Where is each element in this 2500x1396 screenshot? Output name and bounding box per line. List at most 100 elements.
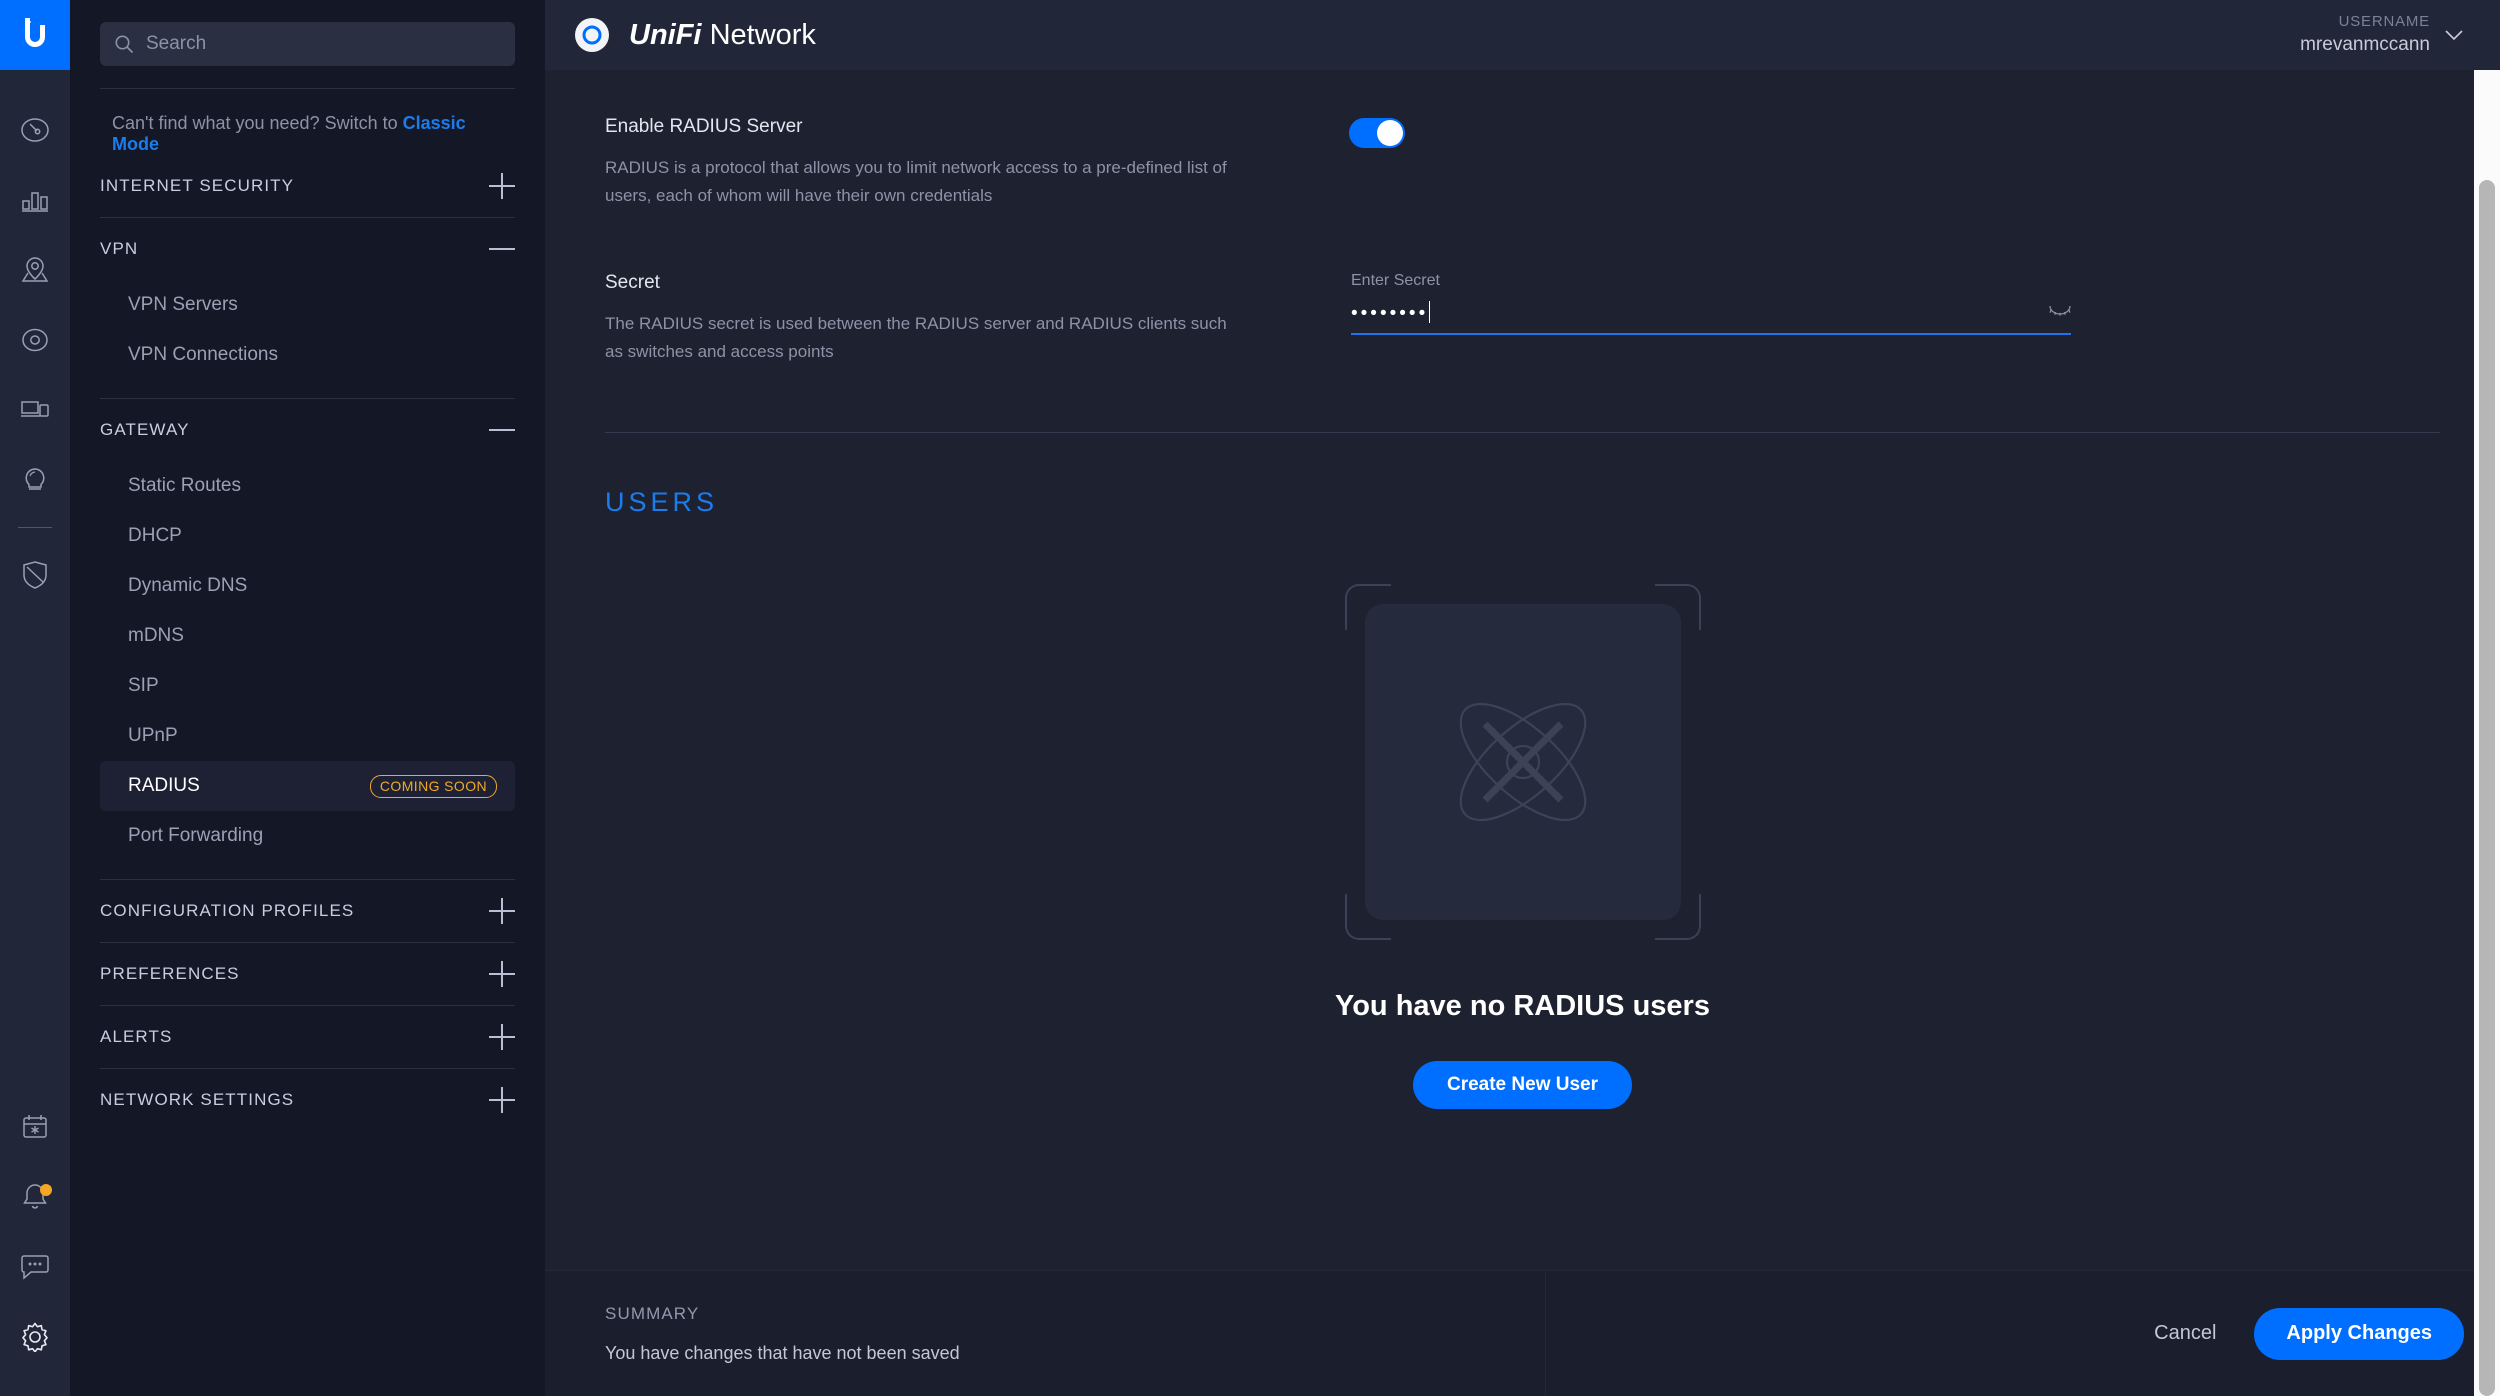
nav-item-label: UPnP — [128, 725, 178, 746]
page-scrollbar[interactable] — [2474, 70, 2500, 1396]
toggle-knob — [1377, 120, 1403, 146]
enable-radius-toggle[interactable] — [1349, 118, 1405, 148]
notification-badge-dot — [40, 1184, 52, 1196]
chevron-down-icon — [2445, 30, 2463, 41]
plus-icon[interactable] — [489, 1024, 515, 1050]
enable-radius-toggle-wrap — [1349, 116, 1405, 148]
rail-bottom-items — [0, 1092, 70, 1396]
secret-field: Enter Secret •••••••• — [1351, 272, 2071, 336]
shield-icon — [23, 561, 47, 589]
rail-item-dashboard[interactable] — [0, 95, 70, 165]
settings-nav-panel: Search Can't find what you need? Switch … — [70, 0, 616, 1396]
laptop-phone-icon — [21, 401, 49, 417]
nav-item-label: Static Routes — [128, 475, 241, 496]
rail-divider — [18, 527, 52, 528]
nav-item-label: Dynamic DNS — [128, 575, 248, 596]
enable-radius-label: Enable RADIUS Server — [605, 116, 803, 137]
nav-item-dynamic-dns[interactable]: Dynamic DNS — [100, 561, 515, 611]
nav-item-upnp[interactable]: UPnP — [100, 711, 515, 761]
nav-section-label: GATEWAY — [100, 420, 190, 439]
secret-row: Secret The RADIUS secret is used between… — [605, 272, 2440, 366]
footer-vertical-line — [1545, 1271, 1546, 1396]
nav-item-static-routes[interactable]: Static Routes — [100, 461, 515, 511]
plus-icon[interactable] — [489, 173, 515, 199]
search-input[interactable]: Search — [100, 22, 515, 66]
nav-subitems-vpn: VPN Servers VPN Connections — [100, 280, 515, 398]
speedometer-icon — [21, 118, 49, 142]
summary-kicker: SUMMARY — [605, 1304, 700, 1323]
nav-section-preferences[interactable]: PREFERENCES — [100, 943, 515, 1005]
nav-item-label: DHCP — [128, 525, 182, 546]
plus-icon[interactable] — [489, 898, 515, 924]
secret-text: Secret The RADIUS secret is used between… — [605, 272, 1325, 366]
nav-item-port-forwarding[interactable]: Port Forwarding — [100, 811, 515, 861]
nav-item-label: VPN Connections — [128, 344, 278, 365]
page-title: UniFi Network — [629, 19, 816, 52]
rail-item-devices[interactable] — [0, 305, 70, 375]
apply-changes-button[interactable]: Apply Changes — [2254, 1307, 2464, 1360]
bulb-icon — [25, 468, 45, 490]
nav-section-network-settings[interactable]: NETWORK SETTINGS — [100, 1069, 515, 1131]
rail-item-statistics[interactable] — [0, 165, 70, 235]
chat-bubble-icon — [21, 1255, 49, 1280]
user-menu-text: USERNAME mrevanmccann — [2300, 12, 2430, 58]
minus-icon[interactable] — [489, 417, 515, 443]
nav-item-vpn-connections[interactable]: VPN Connections — [100, 330, 515, 380]
create-new-user-button[interactable]: Create New User — [1412, 1061, 1633, 1110]
page-scrollbar-thumb[interactable] — [2479, 180, 2495, 1396]
footer-actions: Cancel Apply Changes — [2154, 1307, 2464, 1360]
nav-section-label: INTERNET SECURITY — [100, 176, 295, 195]
eye-closed-icon — [2049, 306, 2071, 316]
access-point-icon — [22, 328, 48, 352]
rail-item-threat-management[interactable] — [0, 540, 70, 610]
secret-field-label: Enter Secret — [1351, 272, 1440, 290]
settings-content: Enable RADIUS Server RADIUS is a protoco… — [545, 70, 2500, 1270]
icon-rail — [0, 0, 70, 1396]
enable-radius-row: Enable RADIUS Server RADIUS is a protoco… — [605, 116, 2440, 210]
nav-section-internet-security[interactable]: INTERNET SECURITY — [100, 155, 515, 217]
nav-item-mdns[interactable]: mDNS — [100, 611, 515, 661]
nav-section-label: PREFERENCES — [100, 964, 240, 983]
nav-section-configuration-profiles[interactable]: CONFIGURATION PROFILES — [100, 880, 515, 942]
nav-section-alerts[interactable]: ALERTS — [100, 1006, 515, 1068]
rail-item-notifications[interactable] — [0, 1162, 70, 1232]
nav-item-label: mDNS — [128, 625, 184, 646]
text-caret — [1429, 301, 1431, 324]
brand-network: Network — [709, 18, 816, 51]
empty-state-message: You have no RADIUS users — [1335, 990, 1710, 1023]
ubiquiti-logo[interactable] — [0, 0, 70, 70]
nav-section-gateway[interactable]: GATEWAY — [100, 399, 515, 461]
rail-primary-items — [0, 70, 70, 610]
rail-item-clients[interactable] — [0, 375, 70, 445]
nav-item-label: RADIUS — [128, 775, 200, 796]
user-menu[interactable]: USERNAME mrevanmccann — [2300, 12, 2464, 58]
nav-section-label: VPN — [100, 239, 139, 258]
plus-icon[interactable] — [489, 961, 515, 987]
nav-item-dhcp[interactable]: DHCP — [100, 511, 515, 561]
reveal-password-icon[interactable] — [2049, 303, 2071, 323]
main-area: UniFi Network USERNAME mrevanmccann Enab… — [545, 0, 2500, 1396]
plus-icon[interactable] — [489, 1087, 515, 1113]
rail-item-chat[interactable] — [0, 1232, 70, 1302]
nav-item-sip[interactable]: SIP — [100, 661, 515, 711]
cancel-button[interactable]: Cancel — [2154, 1322, 2216, 1345]
rail-item-events[interactable] — [0, 1092, 70, 1162]
minus-icon[interactable] — [489, 236, 515, 262]
secret-value: •••••••• — [1351, 301, 1431, 325]
rail-item-insights[interactable] — [0, 445, 70, 515]
nav-item-radius[interactable]: RADIUS COMING SOON — [100, 761, 515, 811]
search-placeholder: Search — [146, 33, 207, 54]
empty-state-illustration — [1337, 576, 1709, 948]
nav-item-label: Port Forwarding — [128, 825, 264, 846]
nav-item-vpn-servers[interactable]: VPN Servers — [100, 280, 515, 330]
secret-input[interactable]: •••••••• — [1351, 301, 2071, 336]
rail-item-settings[interactable] — [0, 1302, 70, 1372]
user-name: mrevanmccann — [2300, 34, 2430, 56]
coming-soon-badge: COMING SOON — [369, 774, 497, 798]
bar-chart-icon — [22, 192, 48, 212]
rail-item-topology[interactable] — [0, 235, 70, 305]
map-pin-icon — [21, 257, 49, 282]
nav-scroll-region: INTERNET SECURITY VPN VPN Servers VPN Co… — [70, 155, 545, 1396]
secret-label: Secret — [605, 272, 660, 294]
nav-section-vpn[interactable]: VPN — [100, 218, 515, 280]
